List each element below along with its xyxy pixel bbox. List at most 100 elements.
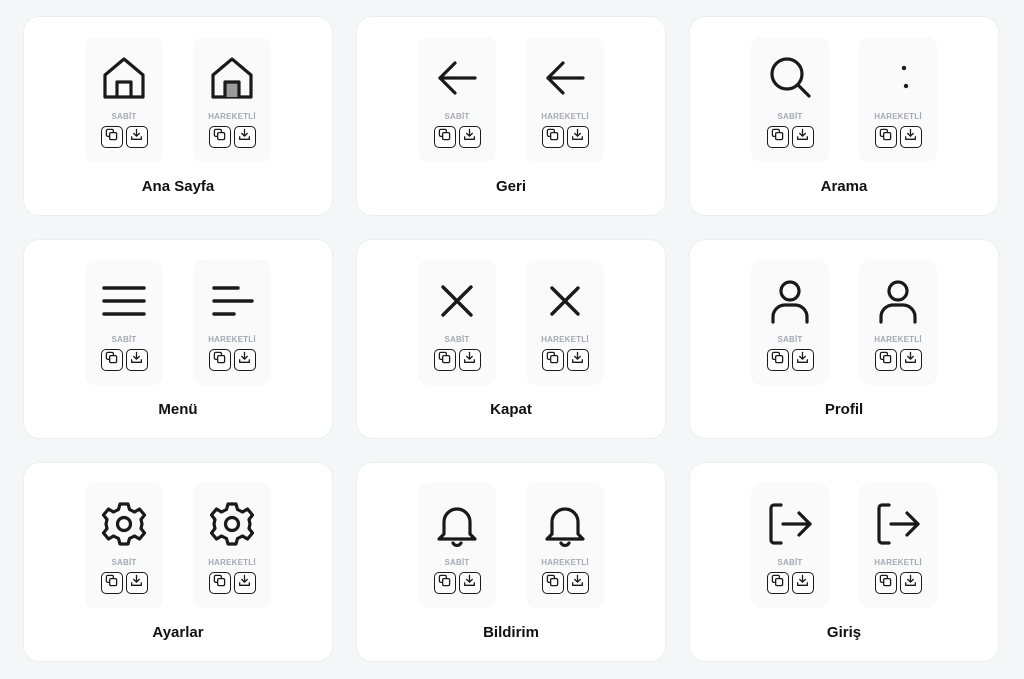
copy-button[interactable] <box>433 126 456 148</box>
download-button[interactable] <box>233 349 256 371</box>
card-title: Kapat <box>490 401 532 418</box>
variant-label: SABİT <box>444 558 470 567</box>
copy-button[interactable] <box>766 349 789 371</box>
variant-label: HAREKETLİ <box>208 335 256 344</box>
close-icon <box>432 276 482 326</box>
download-button[interactable] <box>791 349 814 371</box>
download-button[interactable] <box>791 126 814 148</box>
variant-animated: HAREKETLİ <box>859 260 937 385</box>
copy-button[interactable] <box>433 572 456 594</box>
download-button[interactable] <box>125 126 148 148</box>
download-icon <box>796 128 809 146</box>
arrow-left-icon <box>432 53 482 103</box>
download-button[interactable] <box>233 572 256 594</box>
variant-actions <box>541 572 589 594</box>
copy-icon <box>213 574 226 592</box>
copy-button[interactable] <box>433 349 456 371</box>
download-icon <box>130 128 143 146</box>
download-button[interactable] <box>458 349 481 371</box>
copy-icon <box>879 574 892 592</box>
icon-card-menu: SABİT HAREKETLİ Menü <box>23 239 333 439</box>
copy-button[interactable] <box>100 572 123 594</box>
download-button[interactable] <box>458 572 481 594</box>
copy-button[interactable] <box>766 126 789 148</box>
download-button[interactable] <box>233 126 256 148</box>
download-button[interactable] <box>125 349 148 371</box>
copy-button[interactable] <box>100 126 123 148</box>
download-button[interactable] <box>899 126 922 148</box>
variant-actions <box>766 126 814 148</box>
variant-label: SABİT <box>777 112 803 121</box>
download-button[interactable] <box>791 572 814 594</box>
download-icon <box>571 128 584 146</box>
menu-icon <box>99 276 149 326</box>
variant-pair: SABİT HAREKETLİ <box>85 483 271 608</box>
variant-animated: HAREKETLİ <box>859 37 937 162</box>
download-icon <box>238 574 251 592</box>
variant-label: SABİT <box>444 335 470 344</box>
download-button[interactable] <box>566 126 589 148</box>
variant-pair: SABİT HAREKETLİ <box>85 260 271 385</box>
variant-static: SABİT <box>85 483 163 608</box>
copy-icon <box>105 574 118 592</box>
variant-actions <box>433 126 481 148</box>
download-icon <box>796 351 809 369</box>
variant-label: HAREKETLİ <box>541 112 589 121</box>
copy-button[interactable] <box>541 349 564 371</box>
arrow-left-icon <box>540 53 590 103</box>
copy-button[interactable] <box>874 126 897 148</box>
variant-actions <box>433 572 481 594</box>
variant-actions <box>433 349 481 371</box>
copy-button[interactable] <box>208 126 231 148</box>
copy-icon <box>438 128 451 146</box>
download-icon <box>571 574 584 592</box>
card-title: Giriş <box>826 624 862 641</box>
variant-animated: HAREKETLİ <box>193 260 271 385</box>
copy-button[interactable] <box>208 572 231 594</box>
home-icon <box>99 53 149 103</box>
download-button[interactable] <box>899 349 922 371</box>
download-icon <box>904 351 917 369</box>
variant-label: HAREKETLİ <box>541 558 589 567</box>
download-button[interactable] <box>899 572 922 594</box>
variant-actions <box>874 349 922 371</box>
download-icon <box>904 128 917 146</box>
card-title: Menü <box>158 401 198 418</box>
download-button[interactable] <box>125 572 148 594</box>
variant-animated: HAREKETLİ <box>526 483 604 608</box>
copy-button[interactable] <box>766 572 789 594</box>
copy-button[interactable] <box>208 349 231 371</box>
variant-static: SABİT <box>751 260 829 385</box>
icon-card-close: SABİT HAREKETLİ Kapat <box>356 239 666 439</box>
user-icon <box>873 276 923 326</box>
copy-button[interactable] <box>874 572 897 594</box>
variant-label: HAREKETLİ <box>874 112 922 121</box>
variant-static: SABİT <box>85 37 163 162</box>
download-button[interactable] <box>566 572 589 594</box>
icon-card-back: SABİT HAREKETLİ Geri <box>356 16 666 216</box>
icon-card-search: SABİT HAREKETLİ Arama <box>689 16 999 216</box>
variant-pair: SABİT HAREKETLİ <box>85 37 271 162</box>
copy-button[interactable] <box>541 572 564 594</box>
variant-label: HAREKETLİ <box>874 335 922 344</box>
copy-icon <box>213 351 226 369</box>
copy-button[interactable] <box>874 349 897 371</box>
variant-static: SABİT <box>418 260 496 385</box>
variant-pair: SABİT HAREKETLİ <box>418 483 604 608</box>
variant-animated: HAREKETLİ <box>526 260 604 385</box>
variant-animated: HAREKETLİ <box>193 37 271 162</box>
copy-icon <box>546 128 559 146</box>
card-title: Ayarlar <box>152 624 204 641</box>
download-icon <box>238 128 251 146</box>
variant-label: SABİT <box>777 335 803 344</box>
download-icon <box>130 574 143 592</box>
variant-actions <box>541 349 589 371</box>
icon-card-notification: SABİT HAREKETLİ Bildirim <box>356 462 666 662</box>
download-icon <box>571 351 584 369</box>
copy-button[interactable] <box>541 126 564 148</box>
download-button[interactable] <box>566 349 589 371</box>
variant-actions <box>100 572 148 594</box>
variant-pair: SABİT HAREKETLİ <box>751 260 937 385</box>
download-button[interactable] <box>458 126 481 148</box>
copy-button[interactable] <box>100 349 123 371</box>
